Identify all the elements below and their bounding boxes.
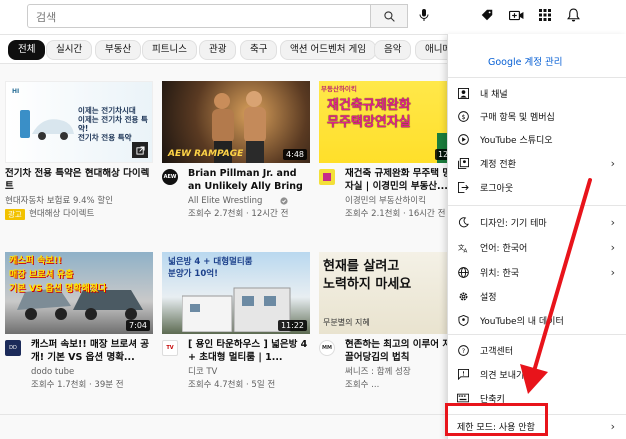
annotation-highlight-box bbox=[445, 403, 548, 436]
annotation-arrow bbox=[520, 178, 592, 394]
